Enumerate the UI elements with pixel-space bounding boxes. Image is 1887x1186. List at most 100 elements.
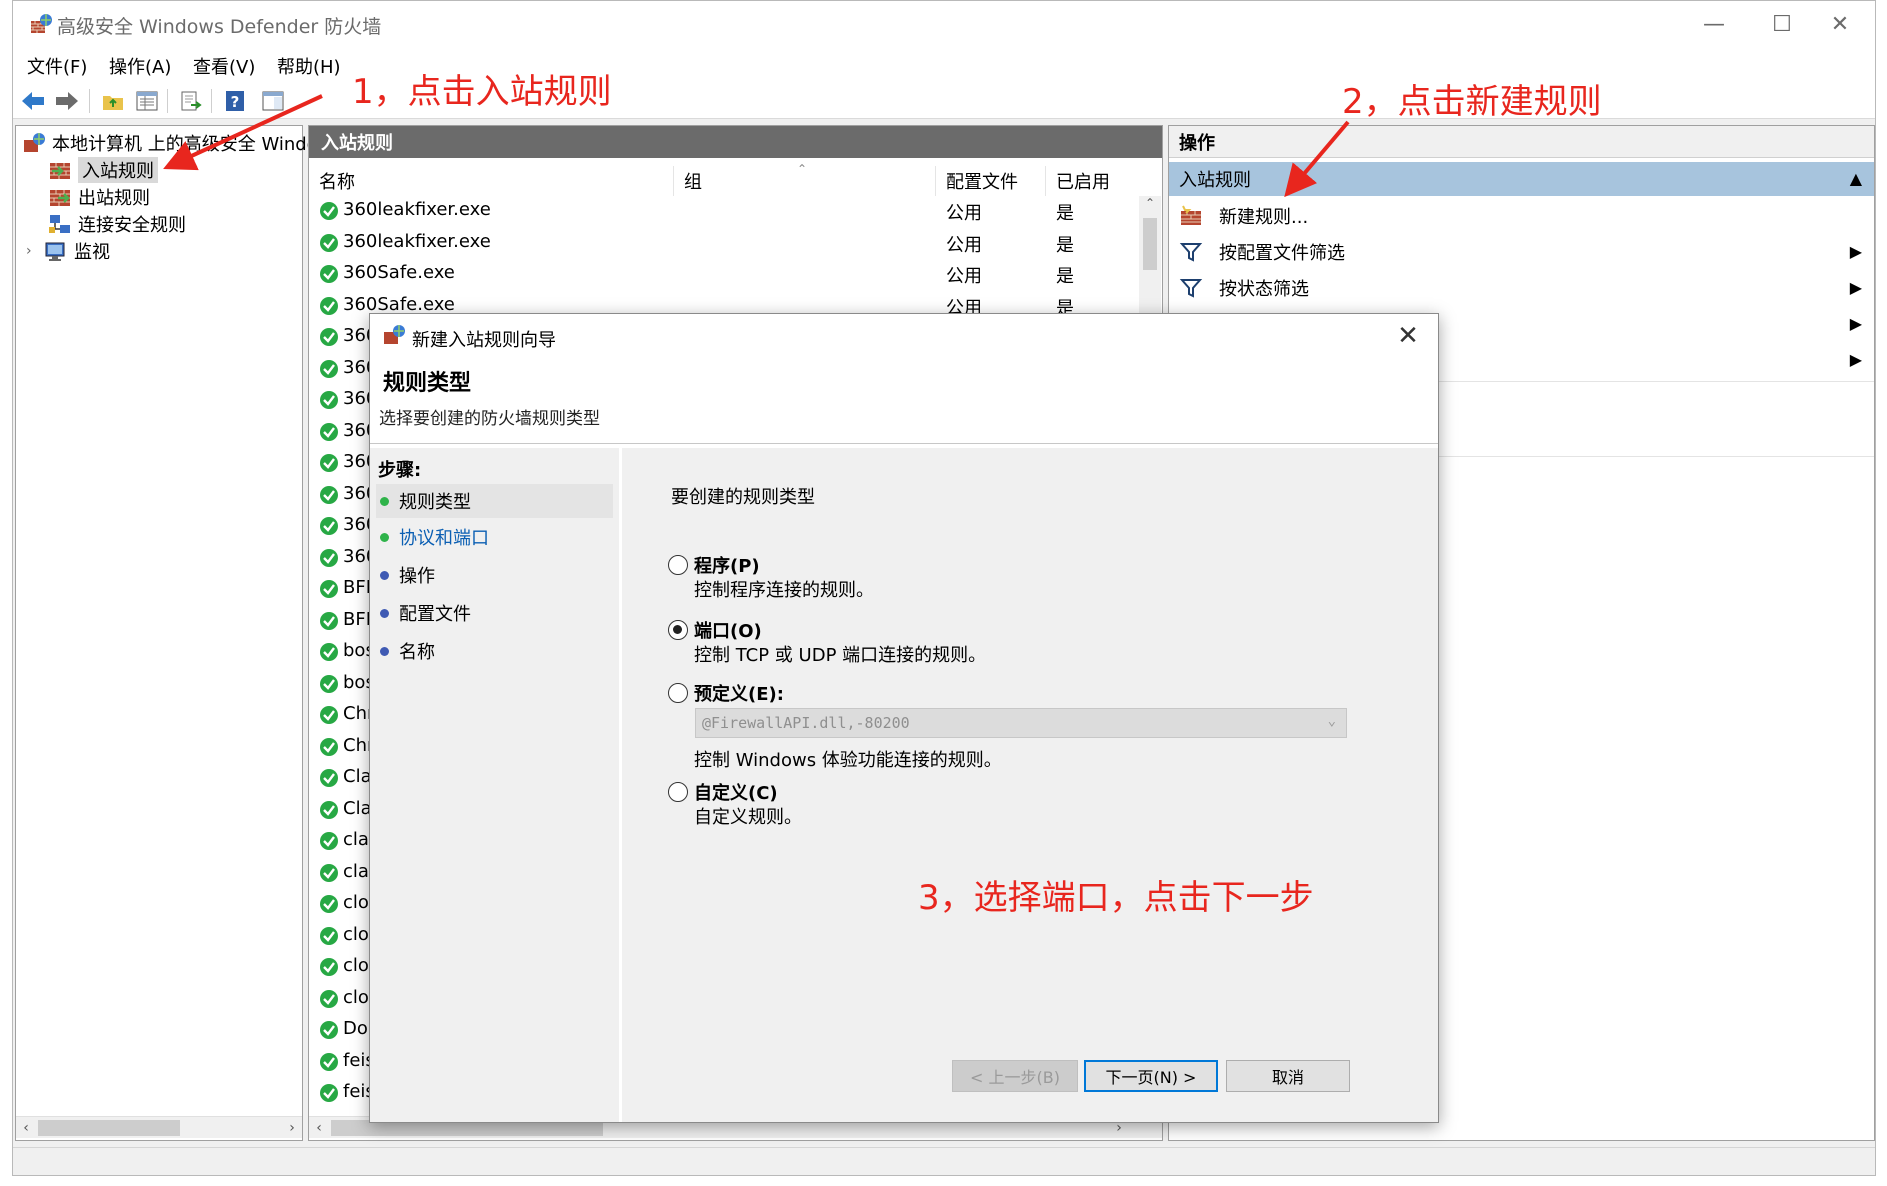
rule-name: 360leakfixer.exe (343, 230, 491, 252)
help-icon[interactable]: ? (221, 87, 249, 115)
new-rule-action[interactable]: 新建规则... (1169, 198, 1874, 234)
option-description: 控制 TCP 或 UDP 端口连接的规则。 (694, 645, 987, 666)
enabled-check-icon (320, 580, 338, 598)
export-list-icon[interactable] (177, 87, 205, 115)
toolbar-separator (211, 89, 212, 113)
tree-item-connection-security[interactable]: 连接安全规则 (48, 211, 186, 237)
up-folder-icon[interactable] (99, 87, 127, 115)
scroll-thumb[interactable] (1143, 218, 1157, 270)
action-label: 新建规则... (1219, 207, 1309, 228)
enabled-check-icon (320, 202, 338, 220)
forward-arrow-icon[interactable] (53, 87, 81, 115)
enabled-check-icon (320, 265, 338, 283)
enabled-check-icon (320, 328, 338, 346)
outbound-rules-icon (50, 190, 70, 206)
next-button[interactable]: 下一页(N) > (1084, 1060, 1218, 1092)
table-row[interactable]: 360leakfixer.exe 公用 是 (309, 228, 1139, 260)
actions-section-inbound[interactable]: 入站规则 ▲ (1169, 162, 1874, 196)
step-action[interactable]: 操作 (376, 558, 613, 592)
show-hide-tree-icon[interactable] (133, 87, 161, 115)
filter-by-profile-action[interactable]: 按配置文件筛选 ▶ (1169, 234, 1874, 270)
radio-predefined[interactable] (668, 683, 688, 703)
monitor-icon (45, 242, 65, 261)
rule-name: clo (343, 892, 369, 913)
enabled-check-icon (320, 989, 338, 1008)
back-button[interactable]: < 上一步(B) (952, 1060, 1078, 1092)
rule-profile: 公用 (946, 203, 982, 224)
enabled-check-icon (320, 1084, 338, 1102)
toolbar-separator (89, 89, 90, 113)
enabled-check-icon (320, 422, 338, 441)
rule-enabled: 是 (1056, 203, 1074, 224)
predefined-select-value: @FirewallAPI.dll,-80200 (702, 714, 910, 732)
step-dot-icon (380, 570, 389, 580)
table-row[interactable]: 360leakfixer.exe 公用 是 (309, 196, 1139, 228)
enabled-check-icon (320, 233, 338, 252)
enabled-check-icon (320, 1021, 338, 1039)
enabled-check-icon (320, 800, 338, 819)
annotation-step1: 1，点击入站规则 (352, 72, 612, 112)
option-description: 自定义规则。 (694, 807, 802, 828)
menu-file[interactable]: 文件(F) (27, 53, 87, 79)
option-label: 自定义(C) (694, 783, 778, 804)
enabled-check-icon (320, 706, 338, 724)
step-rule-type[interactable]: 规则类型 (376, 484, 613, 518)
column-profile[interactable]: 配置文件 (936, 166, 1046, 196)
wizard-firewall-icon (384, 325, 405, 344)
tree-item-outbound-rules[interactable]: 出站规则 (48, 184, 150, 210)
rule-profile: 公用 (946, 266, 982, 287)
annotation-step2: 2，点击新建规则 (1342, 82, 1602, 122)
expand-chevron-icon[interactable]: › (26, 243, 44, 259)
scroll-up-icon[interactable]: ⌃ (1139, 196, 1161, 216)
step-label: 操作 (399, 566, 435, 587)
sort-caret-icon: ⌃ (797, 162, 808, 176)
rule-enabled: 是 (1056, 234, 1074, 256)
step-protocol-ports[interactable]: 协议和端口 (376, 520, 613, 554)
tree-item-monitoring[interactable]: › 监视 (26, 238, 110, 264)
filter-by-state-action[interactable]: 按状态筛选 ▶ (1169, 270, 1874, 306)
enabled-check-icon (320, 485, 338, 504)
tree-item-label: 入站规则 (78, 157, 158, 183)
scroll-left-icon[interactable]: ‹ (16, 1117, 36, 1139)
properties-pane-icon[interactable] (259, 87, 287, 115)
step-name[interactable]: 名称 (376, 634, 613, 668)
step-dot-icon (380, 646, 389, 656)
menu-view[interactable]: 查看(V) (193, 53, 255, 79)
list-pane-header: 入站规则 (309, 126, 1162, 158)
collapse-caret-icon[interactable]: ▲ (1850, 169, 1862, 188)
radio-program[interactable] (668, 555, 688, 575)
enabled-check-icon (320, 926, 338, 945)
enabled-check-icon (320, 895, 338, 913)
column-name[interactable]: 名称 (309, 166, 674, 196)
step-label: 规则类型 (399, 492, 471, 513)
rule-type-prompt: 要创建的规则类型 (671, 487, 815, 508)
column-enabled[interactable]: 已启用 (1046, 166, 1136, 196)
tree-item-inbound-rules[interactable]: 入站规则 (48, 157, 158, 183)
menu-action[interactable]: 操作(A) (109, 53, 171, 79)
minimize-button[interactable]: — (1679, 1, 1749, 47)
rule-profile: 公用 (946, 234, 982, 256)
enabled-check-icon (320, 548, 338, 567)
close-button[interactable]: ✕ (1805, 1, 1875, 47)
step-profile[interactable]: 配置文件 (376, 596, 613, 630)
radio-custom[interactable] (668, 782, 688, 802)
cancel-button[interactable]: 取消 (1226, 1060, 1350, 1092)
rule-name: 360Safe.exe (343, 262, 455, 283)
enabled-check-icon (320, 643, 338, 661)
table-row[interactable]: 360Safe.exe 公用 是 (309, 259, 1139, 291)
tree-hscrollbar[interactable]: ‹ › (16, 1116, 302, 1138)
scroll-right-icon[interactable]: › (282, 1117, 302, 1139)
predefined-select[interactable]: @FirewallAPI.dll,-80200 ⌄ (695, 708, 1347, 738)
scroll-thumb[interactable] (38, 1120, 180, 1136)
option-description: 控制程序连接的规则。 (694, 580, 874, 601)
wizard-close-icon[interactable]: ✕ (1386, 318, 1430, 354)
menu-help[interactable]: 帮助(H) (277, 53, 341, 79)
rule-name: clo (343, 923, 369, 945)
tree-item-label: 连接安全规则 (78, 215, 186, 236)
radio-port[interactable] (668, 620, 688, 640)
scroll-left-icon[interactable]: ‹ (309, 1117, 329, 1139)
rule-enabled: 是 (1056, 266, 1074, 287)
back-arrow-icon[interactable] (19, 87, 47, 115)
tree-item-label: 监视 (74, 242, 110, 263)
toolbar-separator (167, 89, 168, 113)
